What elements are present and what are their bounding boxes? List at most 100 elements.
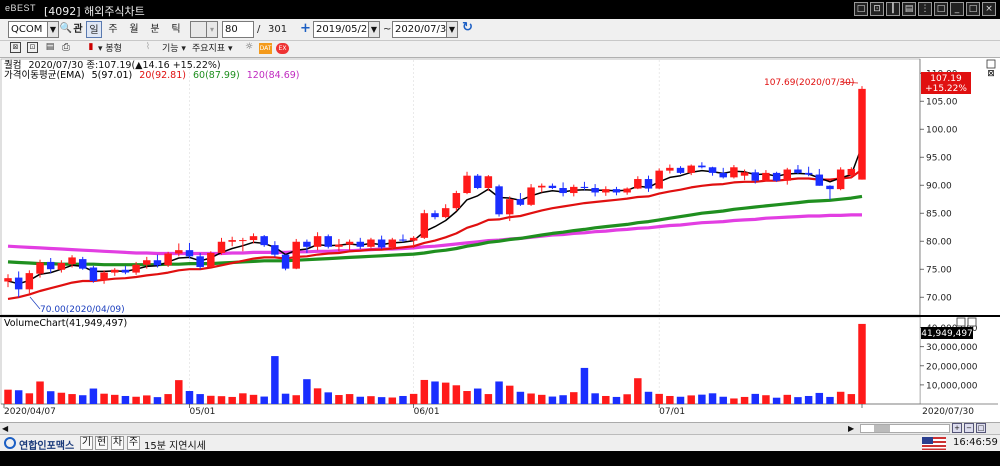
volume-bar xyxy=(153,397,162,404)
candle-body xyxy=(228,240,236,242)
mode-button-watch[interactable]: 관 xyxy=(72,21,84,38)
volume-bar xyxy=(14,390,23,404)
candle-body xyxy=(260,236,268,246)
volume-bar xyxy=(164,394,172,404)
ma-legend-item-5: 5(97.01) xyxy=(92,70,133,81)
status-button-chart[interactable]: 차 xyxy=(111,436,124,450)
start-date-input[interactable]: 2019/05/22 xyxy=(313,21,374,38)
candle-body xyxy=(826,185,834,190)
count-input[interactable]: 80 xyxy=(222,21,254,38)
candle-body xyxy=(25,273,34,290)
scroll-left-icon[interactable]: ◀ xyxy=(2,424,8,433)
settings-icon[interactable]: ☼ xyxy=(243,42,255,54)
price-tick-label: 100.00 xyxy=(926,126,958,136)
window-control-button[interactable]: ▤ xyxy=(902,2,916,16)
candle-body xyxy=(345,241,354,245)
volume-bar xyxy=(719,396,727,404)
volume-bar xyxy=(4,389,12,404)
end-date-dropdown-icon[interactable]: ▼ xyxy=(446,21,458,38)
symbol-input[interactable]: QCOM xyxy=(8,21,48,38)
window-control-button[interactable]: ┃ xyxy=(886,2,900,16)
volume-bar xyxy=(409,393,418,404)
save-icon[interactable]: ▤ xyxy=(44,42,56,54)
candle-body xyxy=(324,236,332,247)
price-tick-label: 95.00 xyxy=(926,154,952,164)
minimize-button[interactable]: _ xyxy=(950,2,964,16)
candle-type-icon[interactable]: ▮ xyxy=(85,42,97,54)
volume-bar xyxy=(431,381,439,404)
add-icon[interactable]: + xyxy=(300,22,311,36)
news-icon[interactable]: EX xyxy=(276,43,289,54)
x-tick-label: 06/01 xyxy=(414,407,440,417)
window-control-button[interactable]: ⊡ xyxy=(870,2,884,16)
volume-bar xyxy=(100,393,108,404)
volume-bar xyxy=(495,381,503,404)
candle-body xyxy=(719,172,727,178)
line-chart-icon[interactable]: ⌇ xyxy=(140,42,156,54)
mode-button-tick[interactable]: 틱 xyxy=(169,21,183,38)
volume-bar xyxy=(313,388,322,404)
status-button-current[interactable]: 현 xyxy=(95,436,108,450)
status-button-order[interactable]: 주 xyxy=(127,436,140,450)
price-panel-close-icon[interactable]: ⊠ xyxy=(987,69,995,79)
candle-body xyxy=(495,186,503,215)
candle-body xyxy=(666,167,674,171)
price-panel-maximize-icon[interactable] xyxy=(986,59,996,69)
volume-bar xyxy=(143,395,151,404)
mode-button-month[interactable]: 월 xyxy=(127,21,141,38)
volume-bar xyxy=(260,396,268,404)
candle-body xyxy=(794,169,802,173)
mode-button-day[interactable]: 일 xyxy=(86,21,102,38)
chart-settings-icon[interactable]: ⊠ xyxy=(10,42,21,53)
zoom-slider-thumb[interactable] xyxy=(874,425,890,432)
end-date-input[interactable]: 2020/07/30 xyxy=(392,21,453,38)
candle-body xyxy=(78,259,87,269)
candle-body xyxy=(516,199,525,205)
period-dropdown-icon[interactable]: ▾ xyxy=(206,21,218,38)
indicator-menu[interactable]: 주요지표 ▾ xyxy=(192,42,233,56)
candle-body xyxy=(196,256,204,267)
zoom-reset-icon[interactable]: □ xyxy=(976,423,986,433)
volume-bar xyxy=(644,391,653,404)
volume-bar xyxy=(858,323,866,404)
mode-button-week[interactable]: 주 xyxy=(106,21,120,38)
window-control-button[interactable]: □ xyxy=(854,2,868,16)
zoom-out-icon[interactable]: − xyxy=(964,423,974,433)
close-button[interactable]: × xyxy=(982,2,996,16)
status-button-basic[interactable]: 기 xyxy=(80,436,93,450)
print-icon[interactable]: ⎙ xyxy=(60,42,72,54)
volume-panel-close-icon[interactable] xyxy=(967,317,977,327)
chart-area[interactable]: 110.00105.00100.0095.0090.0085.0080.0075… xyxy=(0,58,1000,422)
volume-bar xyxy=(420,379,429,404)
function-menu[interactable]: 기능 ▾ xyxy=(162,42,186,56)
candle-body xyxy=(420,213,429,238)
candle-body xyxy=(153,260,162,266)
refresh-icon[interactable]: ↻ xyxy=(462,21,473,35)
candle-body xyxy=(121,269,130,273)
chart-scrollbar[interactable]: ◀ ▶ + − □ xyxy=(0,422,1000,434)
candle-body xyxy=(740,172,749,176)
candle-type-label[interactable]: ▾ 봉형 xyxy=(98,42,122,56)
volume-bar xyxy=(78,395,87,404)
zoom-in-icon[interactable]: + xyxy=(952,423,962,433)
layout-icon[interactable]: ⊡ xyxy=(27,42,38,53)
window-control-button[interactable]: □ xyxy=(934,2,948,16)
candle-body xyxy=(623,188,631,193)
data-icon[interactable]: DAT xyxy=(259,43,272,54)
chart-canvas[interactable]: 110.00105.00100.0095.0090.0085.0080.0075… xyxy=(0,58,1000,422)
volume-bar xyxy=(751,393,759,404)
mode-button-minute[interactable]: 분 xyxy=(148,21,162,38)
total-count: 301 xyxy=(268,24,288,35)
volume-panel xyxy=(0,316,921,405)
search-icon[interactable]: 🔍 xyxy=(59,22,73,36)
window-control-button[interactable]: ⋮ xyxy=(918,2,932,16)
maximize-button[interactable]: □ xyxy=(966,2,980,16)
symbol-dropdown-icon[interactable]: ▼ xyxy=(47,21,59,38)
volume-bar xyxy=(175,380,183,404)
volume-bar xyxy=(132,396,140,404)
volume-panel-maximize-icon[interactable] xyxy=(956,317,966,327)
scroll-right-icon[interactable]: ▶ xyxy=(848,424,854,433)
start-date-dropdown-icon[interactable]: ▼ xyxy=(368,21,380,38)
candle-body xyxy=(548,185,557,188)
volume-tick-label: 30,000,000 xyxy=(926,343,978,353)
